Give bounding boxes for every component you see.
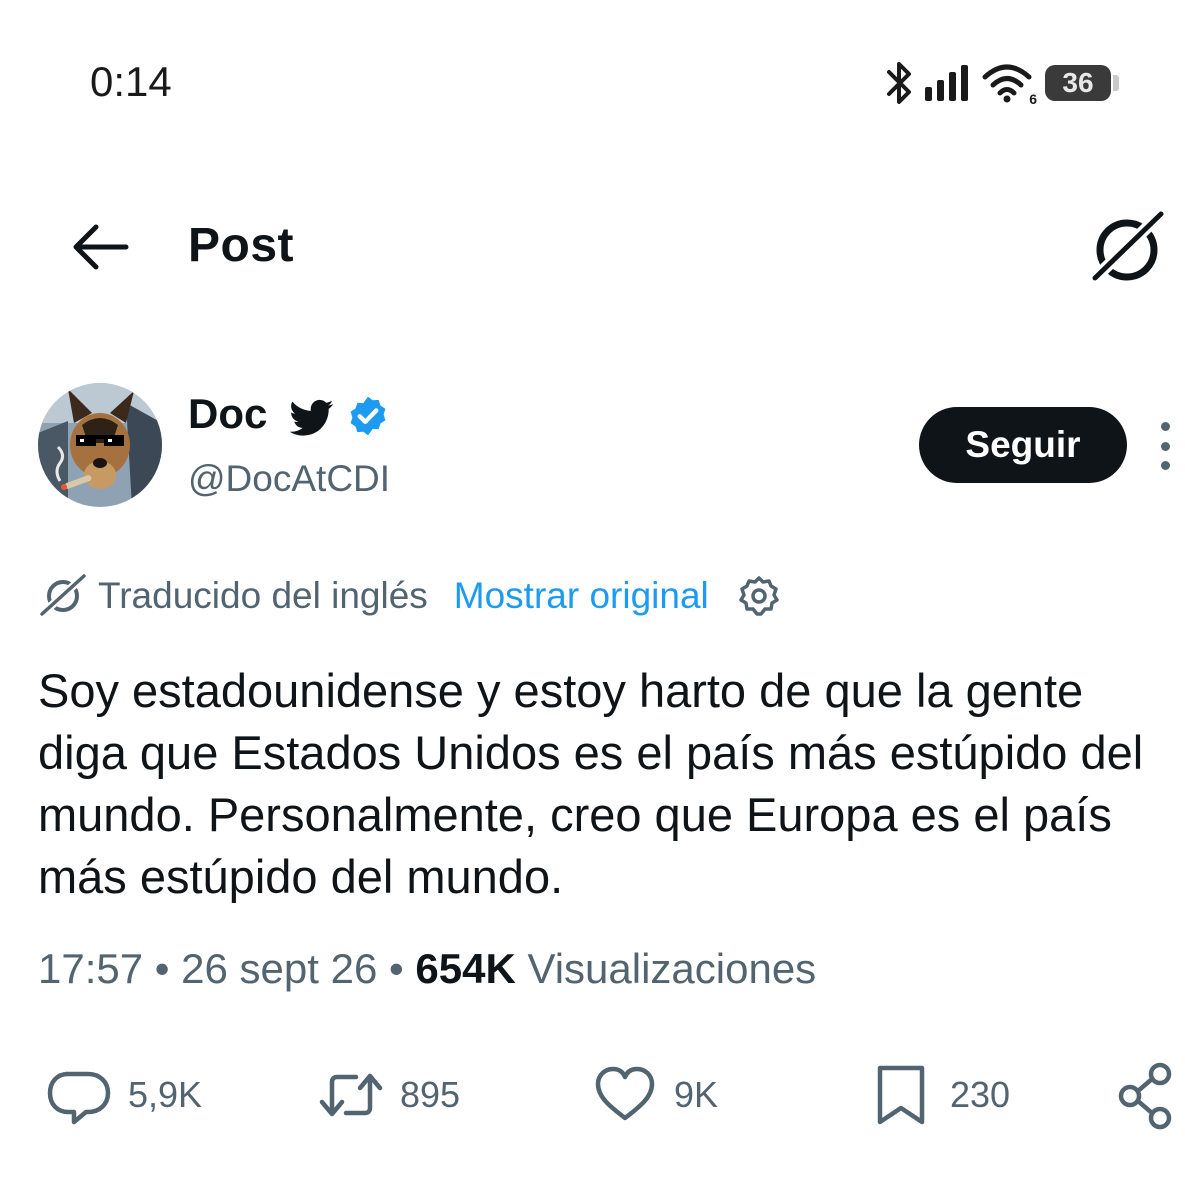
battery-level: 36: [1062, 67, 1094, 98]
views-count: 654K: [415, 945, 516, 992]
separator: •: [377, 945, 416, 992]
verified-icon: [350, 396, 386, 436]
avatar[interactable]: [38, 383, 162, 507]
repost-button[interactable]: 895: [318, 1062, 460, 1128]
more-options-icon[interactable]: [1150, 422, 1180, 470]
share-icon[interactable]: [1112, 1060, 1182, 1130]
status-time: 0:14: [90, 58, 172, 105]
status-icons: 6 36: [885, 58, 1119, 108]
like-count: 9K: [674, 1074, 719, 1115]
show-original-link[interactable]: Mostrar original: [454, 575, 709, 617]
reply-count: 5,9K: [128, 1074, 203, 1115]
views-label: Visualizaciones: [527, 945, 817, 992]
like-button[interactable]: 9K: [592, 1062, 718, 1128]
translation-row: Traducido del inglés Mostrar original: [38, 572, 781, 620]
bluetooth-icon: [887, 62, 911, 104]
grok-icon[interactable]: [1085, 208, 1169, 288]
page-title: Post: [188, 219, 295, 272]
tweet-date[interactable]: 26 sept 26: [181, 945, 377, 992]
gear-icon[interactable]: [737, 574, 781, 618]
battery-icon: 36: [1045, 65, 1119, 101]
wifi-badge: 6: [1029, 91, 1037, 107]
follow-button[interactable]: Seguir: [919, 407, 1127, 483]
reply-button[interactable]: 5,9K: [46, 1062, 202, 1128]
bookmark-icon: [877, 1065, 925, 1125]
bookmark-button[interactable]: 230: [868, 1062, 1010, 1128]
heart-icon: [595, 1066, 655, 1121]
grok-translate-icon: [38, 574, 86, 618]
handle[interactable]: @DocAtCDI: [188, 458, 390, 500]
separator: •: [143, 945, 182, 992]
twitter-bird-icon: [290, 399, 334, 436]
arrow-left-icon[interactable]: [68, 215, 132, 279]
tweet-meta: 17:57 • 26 sept 26 • 654K Visualizacione…: [38, 945, 816, 993]
bookmark-count: 230: [950, 1074, 1011, 1115]
repost-count: 895: [400, 1074, 461, 1115]
tweet-text: Soy estadounidense y estoy harto de que …: [38, 664, 1144, 903]
signal-icon: [925, 65, 968, 101]
translated-label: Traducido del inglés: [98, 575, 428, 616]
repost-icon: [319, 1073, 383, 1117]
tweet-time[interactable]: 17:57: [38, 945, 143, 992]
wifi-icon: 6: [981, 63, 1037, 107]
display-name[interactable]: Doc: [188, 390, 267, 438]
reply-icon: [47, 1071, 111, 1125]
